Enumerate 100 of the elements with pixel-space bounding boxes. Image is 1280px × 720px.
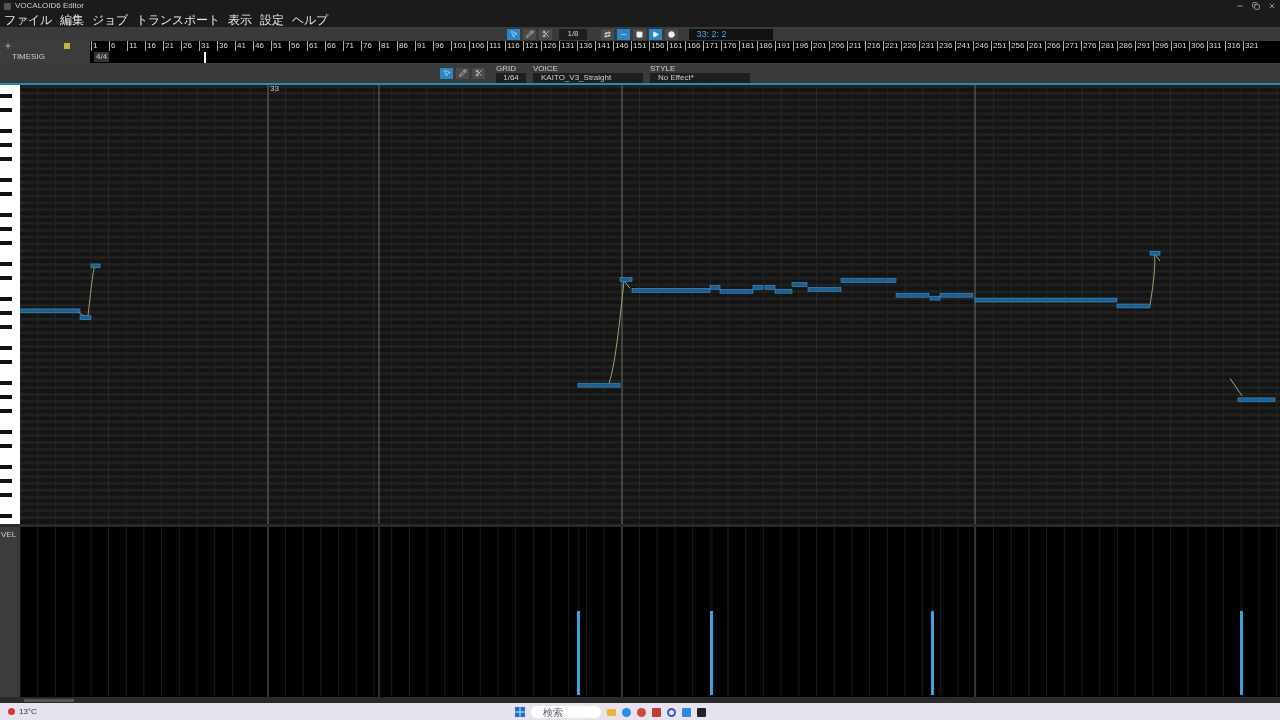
ruler-label: 186 — [757, 41, 773, 51]
ruler-label: 196 — [793, 41, 809, 51]
menu-item[interactable]: 表示 — [228, 12, 252, 27]
start-icon[interactable] — [515, 707, 525, 717]
ruler-label: 81 — [379, 41, 390, 51]
note-block[interactable] — [577, 382, 621, 388]
ruler-label: 11 — [127, 41, 138, 51]
ruler-label: 101 — [451, 41, 467, 51]
note-block[interactable] — [929, 295, 941, 301]
menu-item[interactable]: 設定 — [260, 12, 284, 27]
ruler-label: 66 — [325, 41, 336, 51]
ruler-label: 116 — [505, 41, 520, 51]
menu-item[interactable]: トランスポート — [136, 12, 220, 27]
note-block[interactable] — [840, 278, 897, 283]
weather-text: 13°C — [19, 705, 37, 718]
quantize-dropdown[interactable]: 1/8 — [559, 28, 587, 40]
note-block[interactable] — [764, 285, 776, 290]
note-block[interactable] — [1149, 250, 1161, 256]
record-icon — [667, 30, 675, 38]
ruler-label: 231 — [919, 41, 935, 51]
note-block[interactable] — [974, 297, 1118, 303]
ruler-label: 226 — [901, 41, 917, 51]
ruler-label: 106 — [469, 41, 485, 51]
menu-item[interactable]: ヘルプ — [292, 12, 328, 27]
track-marker-icon[interactable] — [64, 43, 70, 49]
scissors-tool-button[interactable] — [472, 67, 485, 79]
square-app-icon[interactable] — [652, 707, 661, 717]
close-icon[interactable] — [1268, 2, 1276, 10]
ruler-label: 166 — [685, 41, 701, 51]
track-label: TIMESIG — [11, 51, 46, 63]
minimize-icon[interactable] — [1236, 2, 1244, 10]
note-block[interactable] — [791, 282, 808, 287]
ruler-label: 16 — [145, 41, 156, 51]
ruler-label: 181 — [739, 41, 755, 51]
browser-icon[interactable] — [622, 707, 631, 717]
grid-dropdown[interactable]: 1/64 — [496, 72, 526, 83]
ruler-label: 1 — [91, 41, 98, 51]
pointer-icon — [442, 69, 451, 77]
note-block[interactable] — [1237, 397, 1276, 403]
ruler-label: 286 — [1117, 41, 1133, 51]
style-label: STYLE — [650, 63, 677, 73]
loop-button[interactable] — [600, 28, 614, 40]
ruler-label: 46 — [253, 41, 264, 51]
note-block[interactable] — [774, 289, 793, 294]
ruler-label: 256 — [1009, 41, 1025, 51]
ruler-label: 171 — [703, 41, 719, 51]
ruler-label: 251 — [991, 41, 1007, 51]
pencil-tool-button[interactable] — [523, 28, 537, 40]
pencil-tool-button[interactable] — [456, 67, 469, 79]
punch-button[interactable] — [616, 28, 630, 40]
menu-item[interactable]: 編集 — [60, 12, 84, 27]
add-track-icon[interactable] — [4, 42, 12, 50]
window-app-icon[interactable] — [682, 707, 691, 717]
ruler-label: 151 — [631, 41, 647, 51]
note-block[interactable] — [1116, 303, 1151, 309]
weather-icon[interactable] — [8, 708, 15, 715]
ruler-label: 241 — [955, 41, 971, 51]
ruler-label: 156 — [649, 41, 665, 51]
ruler-label: 201 — [811, 41, 827, 51]
play-button[interactable] — [648, 28, 662, 40]
ruler-label: 61 — [307, 41, 318, 51]
record-button[interactable] — [664, 28, 678, 40]
pointer-tool-button[interactable] — [507, 28, 521, 40]
ruler-label: 136 — [577, 41, 593, 51]
circle-app-icon[interactable] — [637, 707, 646, 717]
pointer-tool-button[interactable] — [440, 67, 453, 79]
restore-icon[interactable] — [1252, 2, 1260, 10]
note-block[interactable] — [807, 287, 842, 292]
ruler-label: 246 — [973, 41, 989, 51]
ruler-label: 296 — [1153, 41, 1169, 51]
editor-app-icon[interactable] — [697, 707, 706, 717]
scissors-tool-button[interactable] — [539, 28, 553, 40]
ruler-label: 211 — [847, 41, 862, 51]
ruler-label: 321 — [1243, 41, 1259, 51]
style-dropdown[interactable]: No Effect* — [650, 72, 750, 83]
voice-dropdown[interactable]: KAITO_V3_Straight — [533, 72, 643, 83]
play-icon — [651, 30, 659, 38]
ruler-label: 161 — [667, 41, 683, 51]
search-field[interactable]: 検索 — [531, 706, 601, 718]
ruler-label: 221 — [883, 41, 899, 51]
pointer-icon — [509, 30, 518, 38]
ruler-label: 6 — [109, 41, 116, 51]
stop-button[interactable] — [632, 28, 646, 40]
note-block[interactable] — [939, 292, 974, 298]
scissors-icon — [474, 69, 483, 77]
note-block[interactable] — [895, 292, 930, 298]
ruler-label: 191 — [775, 41, 791, 51]
ring-app-icon[interactable] — [667, 707, 676, 717]
menu-item[interactable]: ジョブ — [92, 12, 128, 27]
note-block[interactable] — [752, 285, 764, 290]
horizontal-scrollbar[interactable] — [24, 698, 74, 702]
loop-icon — [603, 30, 611, 38]
note-block[interactable] — [79, 315, 92, 320]
note-block[interactable] — [709, 285, 721, 290]
note-block[interactable] — [719, 289, 754, 294]
note-block[interactable] — [619, 277, 633, 282]
ruler-label: 86 — [397, 41, 408, 51]
ruler-label: 301 — [1171, 41, 1187, 51]
ruler-label: 131 — [559, 41, 575, 51]
menu-item[interactable]: ファイル — [4, 12, 52, 27]
